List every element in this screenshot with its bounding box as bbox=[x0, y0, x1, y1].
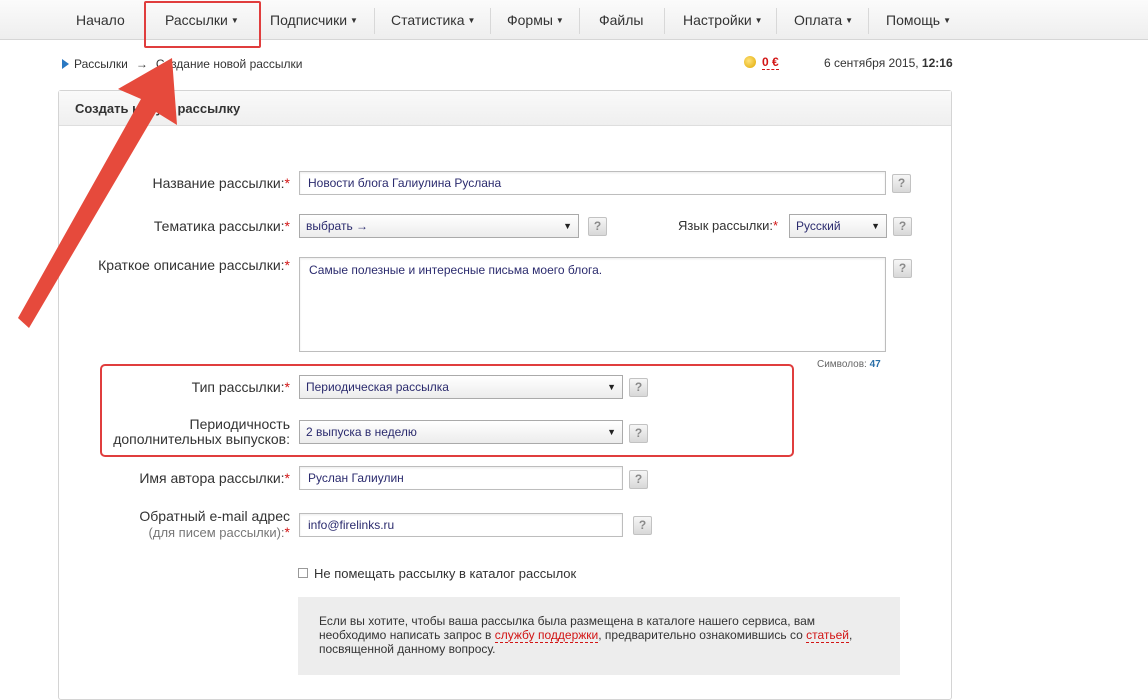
annotation-arrow bbox=[18, 58, 177, 328]
annotation-arrow-shape bbox=[18, 58, 177, 328]
